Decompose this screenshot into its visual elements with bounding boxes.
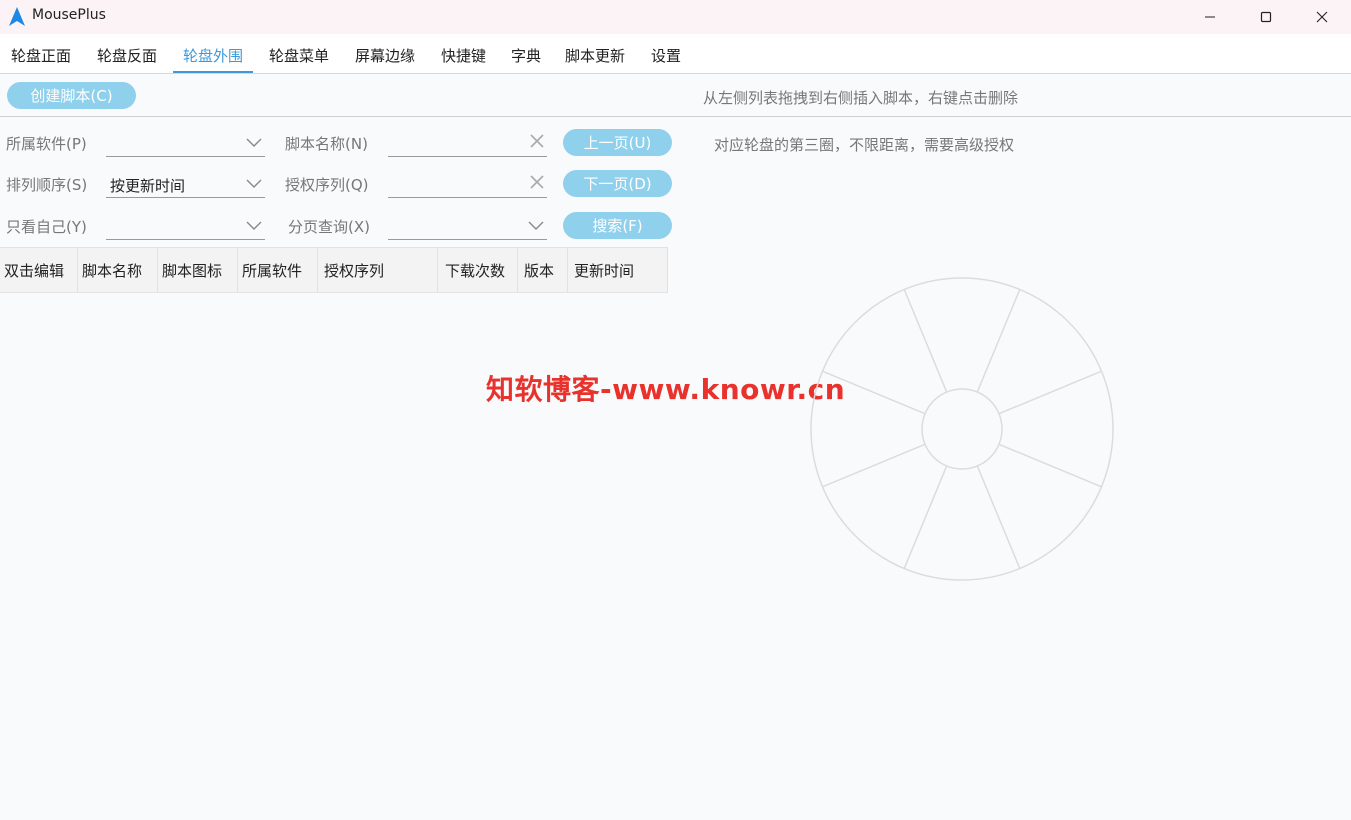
- column-header[interactable]: 更新时间: [568, 248, 668, 292]
- only-mine-select[interactable]: [106, 213, 265, 240]
- chevron-down-icon: [528, 221, 544, 230]
- create-script-button[interactable]: 创建脚本(C): [7, 82, 136, 109]
- tab-wheel-back[interactable]: 轮盘反面: [97, 45, 157, 66]
- tab-wheel-menu[interactable]: 轮盘菜单: [269, 45, 329, 66]
- search-button[interactable]: 搜索(F): [563, 212, 672, 239]
- title-bar: MousePlus: [0, 0, 1351, 34]
- column-header[interactable]: 脚本名称: [78, 248, 158, 292]
- clear-icon[interactable]: [529, 133, 545, 149]
- license-input[interactable]: [388, 171, 547, 198]
- script-name-input[interactable]: [388, 130, 547, 157]
- chevron-down-icon: [246, 179, 262, 188]
- active-tab-indicator: [173, 71, 253, 73]
- script-name-label: 脚本名称(N): [285, 135, 368, 153]
- wheel-spoke: [822, 370, 926, 415]
- wheel-spoke: [998, 443, 1102, 488]
- paging-select[interactable]: [388, 213, 547, 240]
- wheel-spoke: [903, 465, 948, 569]
- ring-hint: 对应轮盘的第三圈，不限距离，需要高级授权: [714, 136, 1015, 154]
- close-button[interactable]: [1293, 0, 1351, 34]
- only-mine-label: 只看自己(Y): [6, 218, 87, 236]
- column-header[interactable]: 授权序列: [318, 248, 438, 292]
- drag-hint: 从左侧列表拖拽到右侧插入脚本，右键点击删除: [703, 89, 1019, 107]
- wheel-inner-circle: [921, 388, 1003, 470]
- close-icon: [1316, 11, 1328, 23]
- sort-select[interactable]: 按更新时间: [106, 171, 265, 198]
- clear-icon[interactable]: [529, 174, 545, 190]
- outer-ring-wheel[interactable]: [808, 275, 1116, 583]
- sort-label: 排列顺序(S): [6, 176, 88, 194]
- toolbar-divider: [0, 116, 1351, 117]
- column-header[interactable]: 脚本图标: [158, 248, 238, 292]
- license-label: 授权序列(Q): [285, 176, 369, 194]
- wheel-spoke: [998, 370, 1102, 415]
- prev-page-button[interactable]: 上一页(U): [563, 129, 672, 156]
- minimize-button[interactable]: [1181, 0, 1239, 34]
- wheel-spokes: [822, 289, 1102, 569]
- script-table-header: 双击编辑 脚本名称 脚本图标 所属软件 授权序列 下载次数 版本 更新时间: [0, 247, 668, 293]
- tab-bar: 轮盘正面 轮盘反面 轮盘外围 轮盘菜单 屏幕边缘 快捷键 字典 脚本更新 设置: [0, 34, 1351, 74]
- tab-settings[interactable]: 设置: [651, 45, 681, 66]
- maximize-icon: [1260, 11, 1272, 23]
- tab-screen-edge[interactable]: 屏幕边缘: [355, 45, 415, 66]
- software-label: 所属软件(P): [6, 135, 87, 153]
- maximize-button[interactable]: [1237, 0, 1295, 34]
- minimize-icon: [1205, 16, 1215, 18]
- column-header[interactable]: 版本: [518, 248, 568, 292]
- wheel-spoke: [822, 443, 926, 488]
- chevron-down-icon: [246, 221, 262, 230]
- column-header[interactable]: 下载次数: [438, 248, 518, 292]
- wheel-spoke: [976, 289, 1021, 393]
- tab-wheel-outer[interactable]: 轮盘外围: [183, 45, 243, 66]
- app-title: MousePlus: [32, 7, 106, 23]
- wheel-spoke: [903, 289, 948, 393]
- column-header[interactable]: 双击编辑: [0, 248, 78, 292]
- watermark-text: 知软博客-www.knowr.cn: [486, 373, 846, 406]
- tab-hotkeys[interactable]: 快捷键: [441, 45, 486, 66]
- wheel-outer-circle: [810, 277, 1114, 581]
- tab-wheel-front[interactable]: 轮盘正面: [11, 45, 71, 66]
- next-page-button[interactable]: 下一页(D): [563, 170, 672, 197]
- paging-label: 分页查询(X): [288, 218, 370, 236]
- column-header[interactable]: 所属软件: [238, 248, 318, 292]
- chevron-down-icon: [246, 138, 262, 147]
- wheel-spoke: [976, 465, 1021, 569]
- app-logo-icon: [9, 7, 25, 26]
- sort-select-value: 按更新时间: [110, 177, 186, 195]
- tab-script-update[interactable]: 脚本更新: [565, 45, 625, 66]
- software-select[interactable]: [106, 130, 265, 157]
- tab-dictionary[interactable]: 字典: [511, 45, 541, 66]
